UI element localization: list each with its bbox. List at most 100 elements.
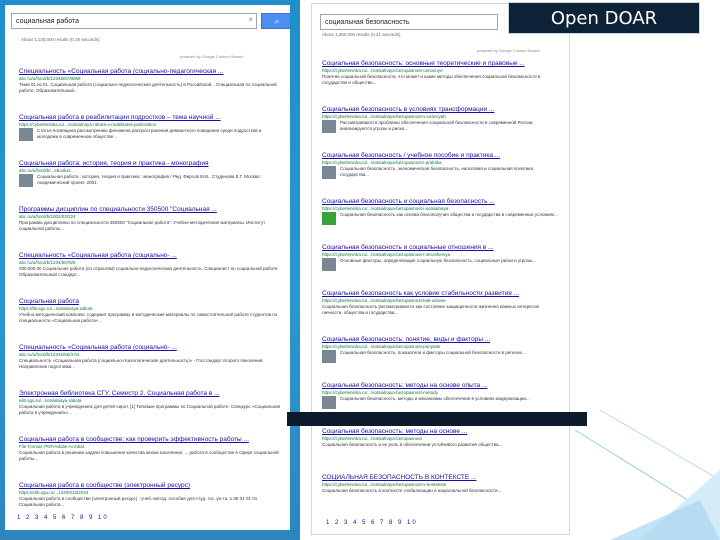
result-title-link[interactable]: Программы дисциплин по специальности 350…	[19, 206, 281, 213]
result-title-link[interactable]: Социальная работа	[19, 298, 281, 305]
result-snippet: Основные факторы, определяющие социальну…	[340, 258, 536, 263]
result-title-link[interactable]: Специальность «Социальная работа (социал…	[19, 68, 281, 75]
result-thumbnail-icon[interactable]	[19, 174, 33, 187]
left-search-input[interactable]: социальная работа ×	[11, 13, 257, 29]
result-url: https://cyberleninka.ru/.../sotsialnaya-…	[322, 160, 442, 165]
result-url: https://cyberleninka.ru/.../sotsialnaya-…	[322, 252, 451, 257]
search-result: Социальная безопасность: основные теорет…	[322, 60, 558, 85]
left-search-value: социальная работа	[16, 17, 80, 25]
result-title-link[interactable]: Специальность «Социальная работа (социал…	[19, 344, 281, 351]
search-result: Социальная работа в сообществе: как пров…	[19, 436, 281, 461]
result-url: https://cyberleninka.ru/.../sotsialnaya-…	[19, 122, 157, 127]
result-title-link[interactable]: Социальная работа: история, теория и пра…	[19, 160, 281, 167]
result-title-link[interactable]: Социальная безопасность: методы на основ…	[322, 428, 558, 435]
left-search-button[interactable]: ⌕	[261, 13, 290, 29]
result-title-link[interactable]: Социальная безопасность и социальные отн…	[322, 244, 558, 251]
result-body: Социальная работа : история, теория и пр…	[19, 174, 281, 187]
search-result: Социальная безопасность: методы на основ…	[322, 382, 558, 409]
result-snippet: Социальная безопасность, экономическая б…	[340, 166, 533, 177]
left-pagination[interactable]: 1 2 3 4 5 6 7 8 9 10	[17, 515, 109, 521]
search-result: Социальная работа в реабилитации подрост…	[19, 114, 281, 141]
left-powered-by: powered by Google Custom Search	[180, 54, 244, 59]
result-snippet: 030.000.00 Социальная работа (по отрасля…	[19, 266, 279, 277]
deco-triangle-2	[610, 500, 720, 540]
deco-line-1	[574, 429, 720, 521]
search-result: Программы дисциплин по специальности 350…	[19, 206, 281, 231]
result-thumbnail-icon[interactable]	[322, 166, 336, 179]
result-snippet: Социальная безопасность рассматривается …	[322, 304, 539, 315]
search-result: Социальная безопасность: понятие, виды и…	[322, 336, 558, 363]
result-title-link[interactable]: Социальная безопасность: понятие, виды и…	[322, 336, 558, 343]
right-search-bar: социальная безопасность	[320, 14, 498, 30]
result-url: https://cyberleninka.ru/.../sotsialnaya-…	[322, 344, 441, 349]
result-thumbnail-icon[interactable]	[19, 128, 33, 141]
result-url: https://cyberleninka.ru/.../sotsialnaya-…	[322, 390, 439, 395]
result-body: Социальная безопасность, методы и механи…	[322, 396, 558, 409]
right-pagination[interactable]: 1 2 3 4 5 6 7 8 9 10	[326, 520, 418, 526]
result-title-link[interactable]: Специальность «Социальная работа (социал…	[19, 252, 281, 259]
result-body: Основные факторы, определяющие социальну…	[322, 258, 558, 271]
search-result: Специальность «Социальная работа (социал…	[19, 252, 281, 277]
result-url: https://cyberleninka.ru/.../sotsialnaya-…	[322, 436, 422, 441]
result-thumbnail-icon[interactable]	[322, 396, 336, 409]
result-url: elib.sgu.ru/...sotsialnaya-rabota	[19, 398, 82, 403]
result-url: https://cyberleninka.ru/.../sotsialnaya-…	[322, 482, 447, 487]
result-title-link[interactable]: Электронная библиотека СГУ. Семестр 2. С…	[19, 390, 281, 397]
result-thumbnail-icon[interactable]	[322, 258, 336, 271]
result-url: https://cyberleninka.ru/.../sotsialnaya-…	[322, 114, 446, 119]
result-title-link[interactable]: Социальная безопасность / учебное пособи…	[322, 152, 558, 159]
result-title-link[interactable]: Социальная безопасность как условие стаб…	[322, 290, 558, 297]
result-url: https://cyberleninka.ru/.../sotsialnaya-…	[322, 68, 443, 73]
result-snippet: Социальная безопасность, методы и механи…	[340, 396, 530, 401]
result-snippet: Социальная работа в сообществе (электрон…	[19, 496, 258, 507]
right-powered-by: powered by Google Custom Search	[477, 48, 541, 53]
result-title-link[interactable]: Социальная работа в сообществе (электрон…	[19, 482, 281, 489]
result-url: https://lib.sgu.ru/...sotsialnaya-rabota	[19, 306, 93, 311]
result-url: abc.ru/u/hord/b/12345/66/3-01	[19, 352, 80, 357]
result-title-link[interactable]: СОЦИАЛЬНАЯ БЕЗОПАСНОСТЬ В КОНТЕКСТЕ ...	[322, 474, 558, 481]
result-title-link[interactable]: Социальная безопасность: методы на основ…	[322, 382, 558, 389]
result-body: Статья посвящена рассмотрению феномена р…	[19, 128, 281, 141]
result-url: File Format: PDF/Adobe Acrobat	[19, 444, 85, 449]
result-snippet: Специальность «Социальная работа (социал…	[19, 358, 264, 369]
right-search-screenshot: социальная безопасность About 1,360,000 …	[312, 4, 569, 534]
search-result: СОЦИАЛЬНАЯ БЕЗОПАСНОСТЬ В КОНТЕКСТЕ ... h…	[322, 474, 558, 494]
dark-divider-bar	[287, 412, 587, 426]
result-snippet: Социальная работа в учреждениях для дете…	[19, 404, 281, 415]
search-result: Специальность «Социальная работа (социал…	[19, 68, 281, 93]
result-title-link[interactable]: Социальная работа в реабилитации подрост…	[19, 114, 281, 121]
slide-title-box: Open DOAR	[508, 2, 700, 34]
result-body: Социальная безопасность, экономическая б…	[322, 166, 558, 179]
result-snippet: Социальная работа в решении задачи повыш…	[19, 450, 279, 461]
result-snippet: Учебно-методический комплекс содержит пр…	[19, 312, 278, 323]
clear-icon[interactable]: ×	[248, 15, 253, 24]
result-body: Социальная безопасность как основа благо…	[322, 212, 558, 225]
result-snippet: Социальная безопасность, показатели и фа…	[340, 350, 526, 355]
result-title-link[interactable]: Социальная безопасность в условиях транс…	[322, 106, 558, 113]
result-snippet: Понятие социальной безопасности, что мож…	[322, 74, 541, 85]
result-snippet: Статья посвящена рассмотрению феномена р…	[37, 128, 262, 139]
result-url: abc.ru/u/hord/b/12345/67/8069	[19, 76, 81, 81]
result-title-link[interactable]: Социальная безопасность и социальная без…	[322, 198, 558, 205]
deco-triangle-1	[640, 470, 720, 540]
search-result: Специальность «Социальная работа (социал…	[19, 344, 281, 369]
result-thumbnail-icon[interactable]	[322, 350, 336, 363]
result-title-link[interactable]: Социальная безопасность: основные теорет…	[322, 60, 558, 67]
result-title-link[interactable]: Социальная работа в сообществе: как пров…	[19, 436, 281, 443]
search-result: Электронная библиотека СГУ. Семестр 2. С…	[19, 390, 281, 415]
result-snippet: Социальная безопасность как основа благо…	[340, 212, 558, 217]
search-result: Социальная безопасность в условиях транс…	[322, 106, 558, 133]
right-search-input[interactable]: социальная безопасность	[320, 14, 498, 30]
result-url: abc.ru/u/hord/b/...ebooks/...	[19, 168, 74, 173]
result-url: https://cyberleninka.ru/.../sotsialnaya-…	[322, 206, 449, 211]
result-thumbnail-icon[interactable]	[322, 120, 336, 133]
result-snippet: Рассматриваются проблемы обеспечения соц…	[340, 120, 534, 131]
result-snippet: Социальная безопасность и ее роль в обес…	[322, 442, 503, 447]
result-snippet: Социальная работа : история, теория и пр…	[37, 174, 263, 185]
left-results-count: About 1,130,000 results (0.19 seconds)	[21, 37, 100, 42]
result-body: Социальная безопасность, показатели и фа…	[322, 350, 558, 363]
result-thumbnail-icon[interactable]	[322, 212, 336, 225]
deco-line-2	[599, 409, 720, 481]
result-url: https://elib.sgu.ru/...13400/15/2034	[19, 490, 89, 495]
search-result: Социальная работа: история, теория и пра…	[19, 160, 281, 187]
